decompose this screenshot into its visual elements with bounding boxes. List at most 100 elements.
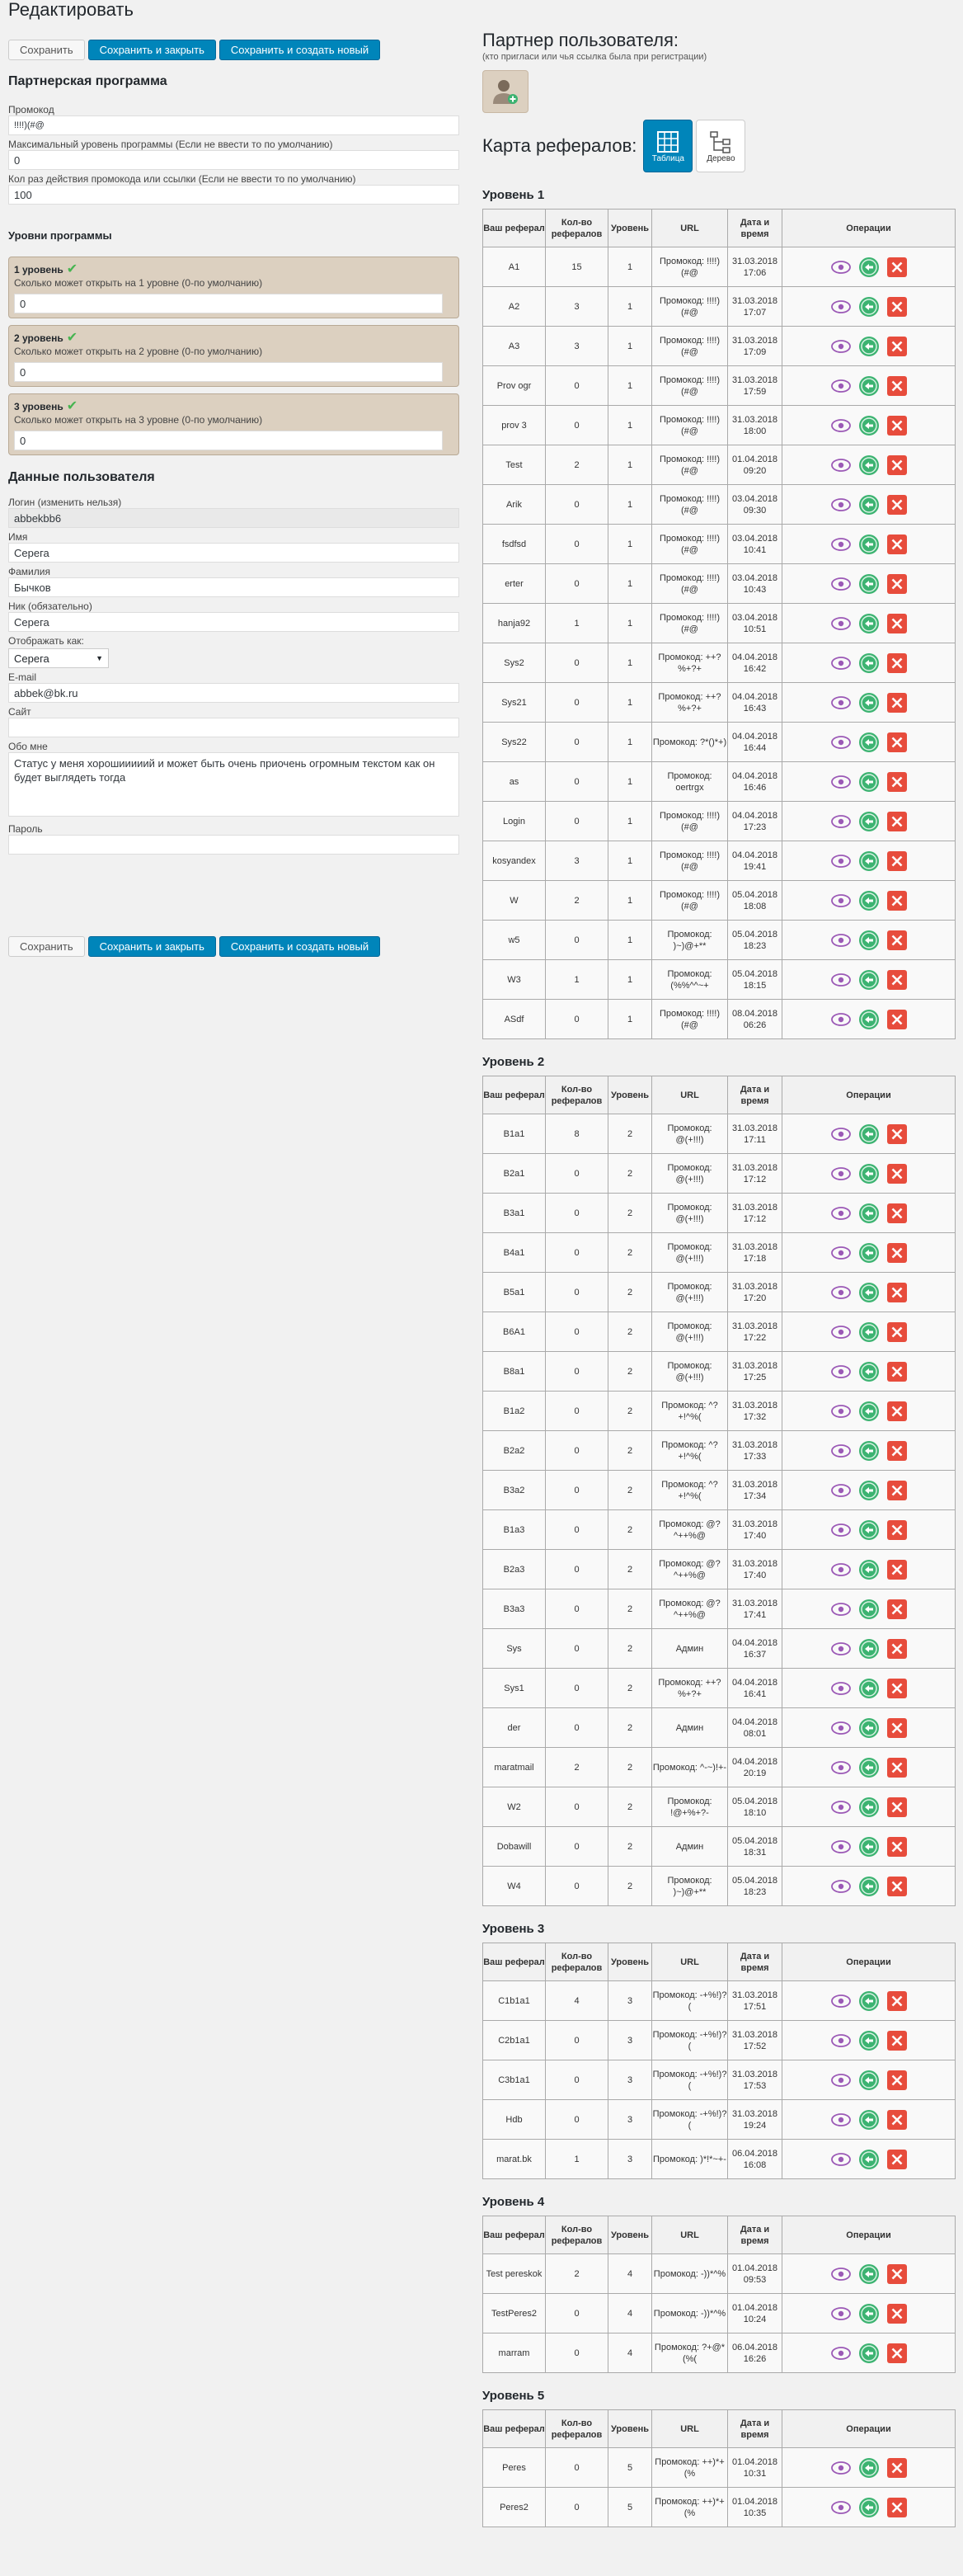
restore-icon[interactable] [857, 850, 881, 873]
delete-icon[interactable] [885, 572, 909, 596]
delete-icon[interactable] [885, 2069, 909, 2092]
view-icon[interactable] [829, 2069, 853, 2092]
delete-icon[interactable] [885, 1008, 909, 1031]
restore-icon[interactable] [857, 493, 881, 516]
view-icon[interactable] [829, 810, 853, 833]
delete-icon[interactable] [885, 374, 909, 398]
save-new-button[interactable]: Сохранить и создать новый [218, 936, 381, 957]
delete-icon[interactable] [885, 1677, 909, 1700]
delete-icon[interactable] [885, 1400, 909, 1423]
restore-icon[interactable] [857, 1875, 881, 1898]
delete-icon[interactable] [885, 1241, 909, 1264]
delete-icon[interactable] [885, 2108, 909, 2131]
view-tree-button[interactable]: Дерево [696, 120, 746, 172]
restore-icon[interactable] [857, 1008, 881, 1031]
save-close-button[interactable]: Сохранить и закрыть [87, 936, 216, 957]
view-icon[interactable] [829, 2342, 853, 2365]
level-2-input[interactable] [14, 362, 443, 382]
delete-icon[interactable] [885, 2148, 909, 2171]
surname-input[interactable] [8, 577, 459, 597]
delete-icon[interactable] [885, 968, 909, 991]
view-icon[interactable] [829, 889, 853, 912]
restore-icon[interactable] [857, 1360, 881, 1383]
restore-icon[interactable] [857, 889, 881, 912]
restore-icon[interactable] [857, 533, 881, 556]
level-1-input[interactable] [14, 294, 443, 313]
view-icon[interactable] [829, 493, 853, 516]
restore-icon[interactable] [857, 1400, 881, 1423]
delete-icon[interactable] [885, 295, 909, 318]
about-textarea[interactable]: Статус у меня хорошииииий и может быть о… [8, 752, 459, 817]
delete-icon[interactable] [885, 454, 909, 477]
nick-input[interactable] [8, 612, 459, 632]
view-icon[interactable] [829, 1281, 853, 1304]
view-icon[interactable] [829, 2496, 853, 2519]
delete-icon[interactable] [885, 691, 909, 714]
delete-icon[interactable] [885, 2029, 909, 2052]
restore-icon[interactable] [857, 1990, 881, 2013]
delete-icon[interactable] [885, 731, 909, 754]
view-icon[interactable] [829, 454, 853, 477]
view-icon[interactable] [829, 1677, 853, 1700]
delete-icon[interactable] [885, 929, 909, 952]
restore-icon[interactable] [857, 1598, 881, 1621]
delete-icon[interactable] [885, 1439, 909, 1462]
view-icon[interactable] [829, 1598, 853, 1621]
delete-icon[interactable] [885, 2342, 909, 2365]
restore-icon[interactable] [857, 572, 881, 596]
restore-icon[interactable] [857, 770, 881, 794]
delete-icon[interactable] [885, 810, 909, 833]
view-icon[interactable] [829, 1875, 853, 1898]
restore-icon[interactable] [857, 295, 881, 318]
restore-icon[interactable] [857, 929, 881, 952]
restore-icon[interactable] [857, 1479, 881, 1502]
view-icon[interactable] [829, 929, 853, 952]
restore-icon[interactable] [857, 374, 881, 398]
view-icon[interactable] [829, 612, 853, 635]
restore-icon[interactable] [857, 612, 881, 635]
save-button[interactable]: Сохранить [8, 40, 85, 60]
delete-icon[interactable] [885, 652, 909, 675]
restore-icon[interactable] [857, 2496, 881, 2519]
password-input[interactable] [8, 835, 459, 855]
restore-icon[interactable] [857, 2263, 881, 2286]
delete-icon[interactable] [885, 1162, 909, 1185]
restore-icon[interactable] [857, 1281, 881, 1304]
restore-icon[interactable] [857, 256, 881, 279]
delete-icon[interactable] [885, 1756, 909, 1779]
delete-icon[interactable] [885, 256, 909, 279]
restore-icon[interactable] [857, 1123, 881, 1146]
view-icon[interactable] [829, 1241, 853, 1264]
view-icon[interactable] [829, 691, 853, 714]
view-icon[interactable] [829, 1202, 853, 1225]
view-icon[interactable] [829, 533, 853, 556]
view-icon[interactable] [829, 1360, 853, 1383]
partner-avatar[interactable] [482, 70, 528, 113]
delete-icon[interactable] [885, 2263, 909, 2286]
view-icon[interactable] [829, 1479, 853, 1502]
view-icon[interactable] [829, 1558, 853, 1581]
view-icon[interactable] [829, 1123, 853, 1146]
restore-icon[interactable] [857, 1241, 881, 1264]
restore-icon[interactable] [857, 454, 881, 477]
restore-icon[interactable] [857, 652, 881, 675]
delete-icon[interactable] [885, 2496, 909, 2519]
delete-icon[interactable] [885, 1281, 909, 1304]
view-icon[interactable] [829, 2029, 853, 2052]
delete-icon[interactable] [885, 1637, 909, 1660]
restore-icon[interactable] [857, 2302, 881, 2325]
view-icon[interactable] [829, 1990, 853, 2013]
delete-icon[interactable] [885, 1717, 909, 1740]
view-icon[interactable] [829, 2302, 853, 2325]
delete-icon[interactable] [885, 1360, 909, 1383]
view-table-button[interactable]: Таблица [643, 120, 693, 172]
view-icon[interactable] [829, 1439, 853, 1462]
view-icon[interactable] [829, 2148, 853, 2171]
delete-icon[interactable] [885, 1202, 909, 1225]
delete-icon[interactable] [885, 889, 909, 912]
view-icon[interactable] [829, 1519, 853, 1542]
delete-icon[interactable] [885, 1479, 909, 1502]
restore-icon[interactable] [857, 1162, 881, 1185]
restore-icon[interactable] [857, 1637, 881, 1660]
restore-icon[interactable] [857, 1756, 881, 1779]
